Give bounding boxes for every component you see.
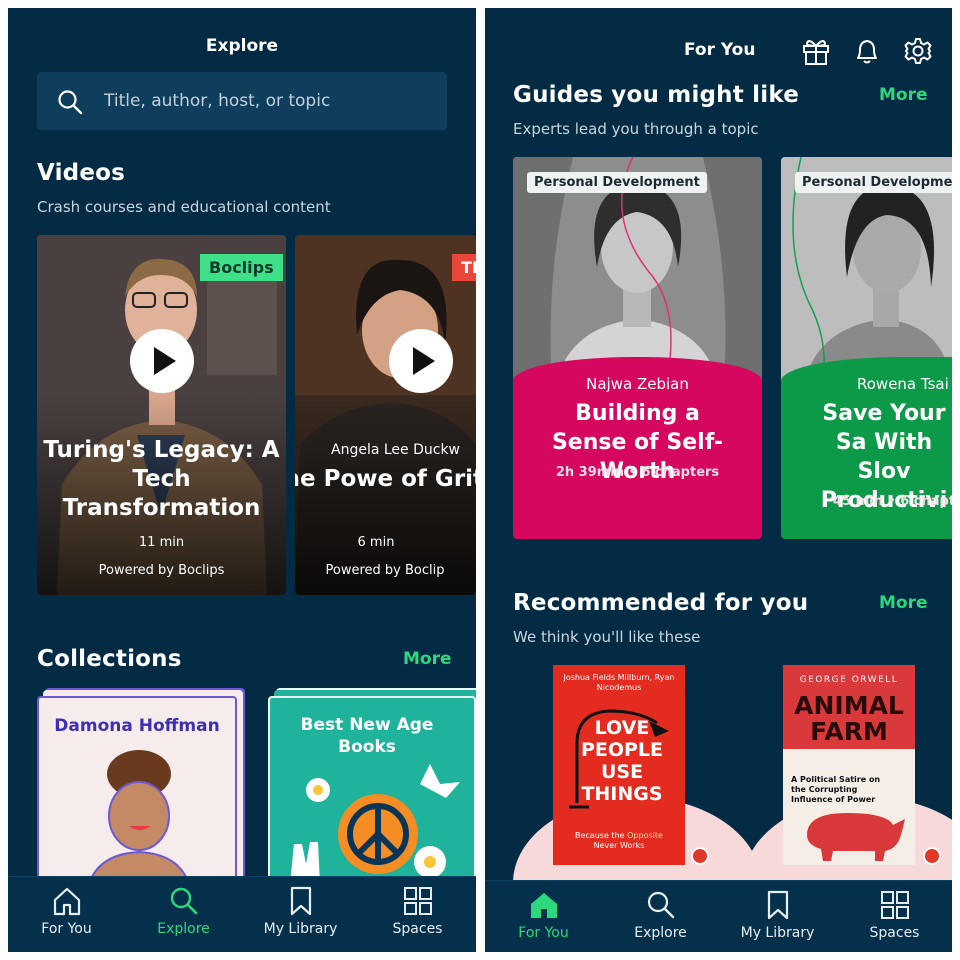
book-tagline: A Political Satire on the Corrupting Inf… bbox=[791, 775, 881, 804]
category-tag: Personal Development bbox=[527, 172, 707, 193]
home-icon bbox=[53, 887, 81, 916]
nav-label: My Library bbox=[263, 921, 338, 937]
nav-label: My Library bbox=[740, 925, 815, 941]
nav-label: Explore bbox=[157, 921, 210, 937]
search-icon bbox=[647, 891, 675, 919]
nav-label: For You bbox=[518, 925, 569, 941]
nav-my-library[interactable]: My Library bbox=[242, 877, 359, 952]
guides-heading: Guides you might like bbox=[513, 82, 800, 108]
nav-label: Spaces bbox=[869, 925, 920, 941]
collection-title: Damona Hoffman bbox=[54, 716, 220, 736]
nav-for-you[interactable]: For You bbox=[485, 881, 602, 952]
publisher-logo-icon bbox=[923, 847, 941, 865]
book-cover: GEORGE ORWELL ANIMAL FARM A Political Sa… bbox=[783, 665, 915, 865]
category-tag: Personal Development bbox=[795, 172, 952, 193]
nav-label: Explore bbox=[634, 925, 687, 941]
guide-author: Rowena Tsai bbox=[857, 375, 949, 393]
nav-explore[interactable]: Explore bbox=[125, 877, 242, 952]
bottom-nav: For You Explore My Library Spaces bbox=[8, 876, 476, 952]
nav-for-you[interactable]: For You bbox=[8, 877, 125, 952]
collection-illustration bbox=[290, 764, 460, 884]
book-cover: Joshua Fields Millburn, Ryan Nicodemus L… bbox=[553, 665, 685, 865]
play-button[interactable] bbox=[130, 329, 194, 393]
for-you-screen: For You Guides you might like More Exper… bbox=[485, 8, 952, 952]
book-item[interactable]: GEORGE ORWELL ANIMAL FARM A Political Sa… bbox=[743, 665, 952, 883]
grid-icon bbox=[404, 887, 432, 915]
video-title: The Powe of Grit bbox=[295, 466, 476, 492]
book-authors: Joshua Fields Millburn, Ryan Nicodemus bbox=[563, 673, 675, 692]
grid-icon bbox=[881, 891, 909, 919]
collection-illustration bbox=[87, 750, 191, 884]
home-icon bbox=[531, 893, 557, 918]
pig-illustration bbox=[807, 813, 905, 861]
nav-label: For You bbox=[41, 921, 92, 937]
source-badge: TE bbox=[452, 254, 476, 281]
recommended-more-link[interactable]: More bbox=[879, 593, 928, 613]
nav-spaces[interactable]: Spaces bbox=[359, 877, 476, 952]
book-item[interactable]: Joshua Fields Millburn, Ryan Nicodemus L… bbox=[513, 665, 761, 883]
page-title: Explore bbox=[205, 36, 279, 56]
guides-subheading: Experts lead you through a topic bbox=[513, 120, 759, 138]
video-card[interactable]: Boclips Turing's Legacy: A Tech Transfor… bbox=[37, 235, 286, 595]
guide-card[interactable]: Personal Development Rowena Tsai Save Yo… bbox=[781, 157, 952, 539]
collections-more-link[interactable]: More bbox=[403, 649, 452, 669]
video-title: Turing's Legacy: A Tech Transformation bbox=[43, 437, 280, 521]
guide-card[interactable]: Personal Development Najwa Zebian Buildi… bbox=[513, 157, 762, 539]
guide-author: Najwa Zebian bbox=[586, 375, 689, 393]
recommended-subheading: We think you'll like these bbox=[513, 628, 701, 646]
search-placeholder: Title, author, host, or topic bbox=[104, 91, 331, 111]
nav-my-library[interactable]: My Library bbox=[719, 881, 836, 952]
video-speaker: Angela Lee Duckw bbox=[331, 442, 461, 458]
gift-icon[interactable] bbox=[801, 36, 831, 66]
search-icon bbox=[58, 90, 83, 115]
book-author: GEORGE ORWELL bbox=[799, 675, 899, 685]
collection-card[interactable]: Best New Age Books bbox=[268, 696, 476, 886]
videos-heading: Videos bbox=[37, 160, 126, 186]
collection-title: Best New Age Books bbox=[300, 715, 434, 757]
bookmark-icon bbox=[767, 890, 789, 920]
search-icon bbox=[170, 887, 198, 915]
play-button[interactable] bbox=[389, 329, 453, 393]
source-badge: Boclips bbox=[200, 254, 283, 281]
recommended-heading: Recommended for you bbox=[513, 590, 809, 616]
guide-meta: 2h 39min • 6 chapters bbox=[555, 465, 720, 480]
bell-icon[interactable] bbox=[852, 36, 882, 66]
video-duration: 6 min bbox=[357, 535, 395, 550]
guide-meta: 45 min • 6 chapt bbox=[833, 494, 952, 509]
video-card[interactable]: TE Angela Lee Duckw The Powe of Grit 6 m… bbox=[295, 235, 476, 595]
video-duration: 11 min bbox=[138, 535, 185, 550]
nav-explore[interactable]: Explore bbox=[602, 881, 719, 952]
guides-more-link[interactable]: More bbox=[879, 85, 928, 105]
nav-spaces[interactable]: Spaces bbox=[836, 881, 952, 952]
book-title: ANIMAL FARM bbox=[794, 691, 904, 746]
publisher-logo-icon bbox=[691, 847, 709, 865]
collection-card[interactable]: Damona Hoffman bbox=[37, 696, 237, 886]
lamp-illustration bbox=[569, 709, 669, 809]
explore-screen: Explore Title, author, host, or topic Vi… bbox=[8, 8, 476, 952]
videos-subheading: Crash courses and educational content bbox=[37, 198, 331, 216]
gear-icon[interactable] bbox=[903, 36, 933, 66]
search-input[interactable]: Title, author, host, or topic bbox=[37, 72, 447, 130]
bookmark-icon bbox=[290, 886, 312, 916]
video-powered-by: Powered by Boclip bbox=[325, 563, 445, 578]
book-tagline: Because the Opposite Never Works bbox=[575, 831, 663, 850]
nav-label: Spaces bbox=[392, 921, 443, 937]
collections-heading: Collections bbox=[37, 646, 182, 672]
page-title: For You bbox=[684, 40, 756, 60]
video-powered-by: Powered by Boclips bbox=[98, 563, 225, 578]
bottom-nav: For You Explore My Library Spaces bbox=[485, 880, 952, 952]
